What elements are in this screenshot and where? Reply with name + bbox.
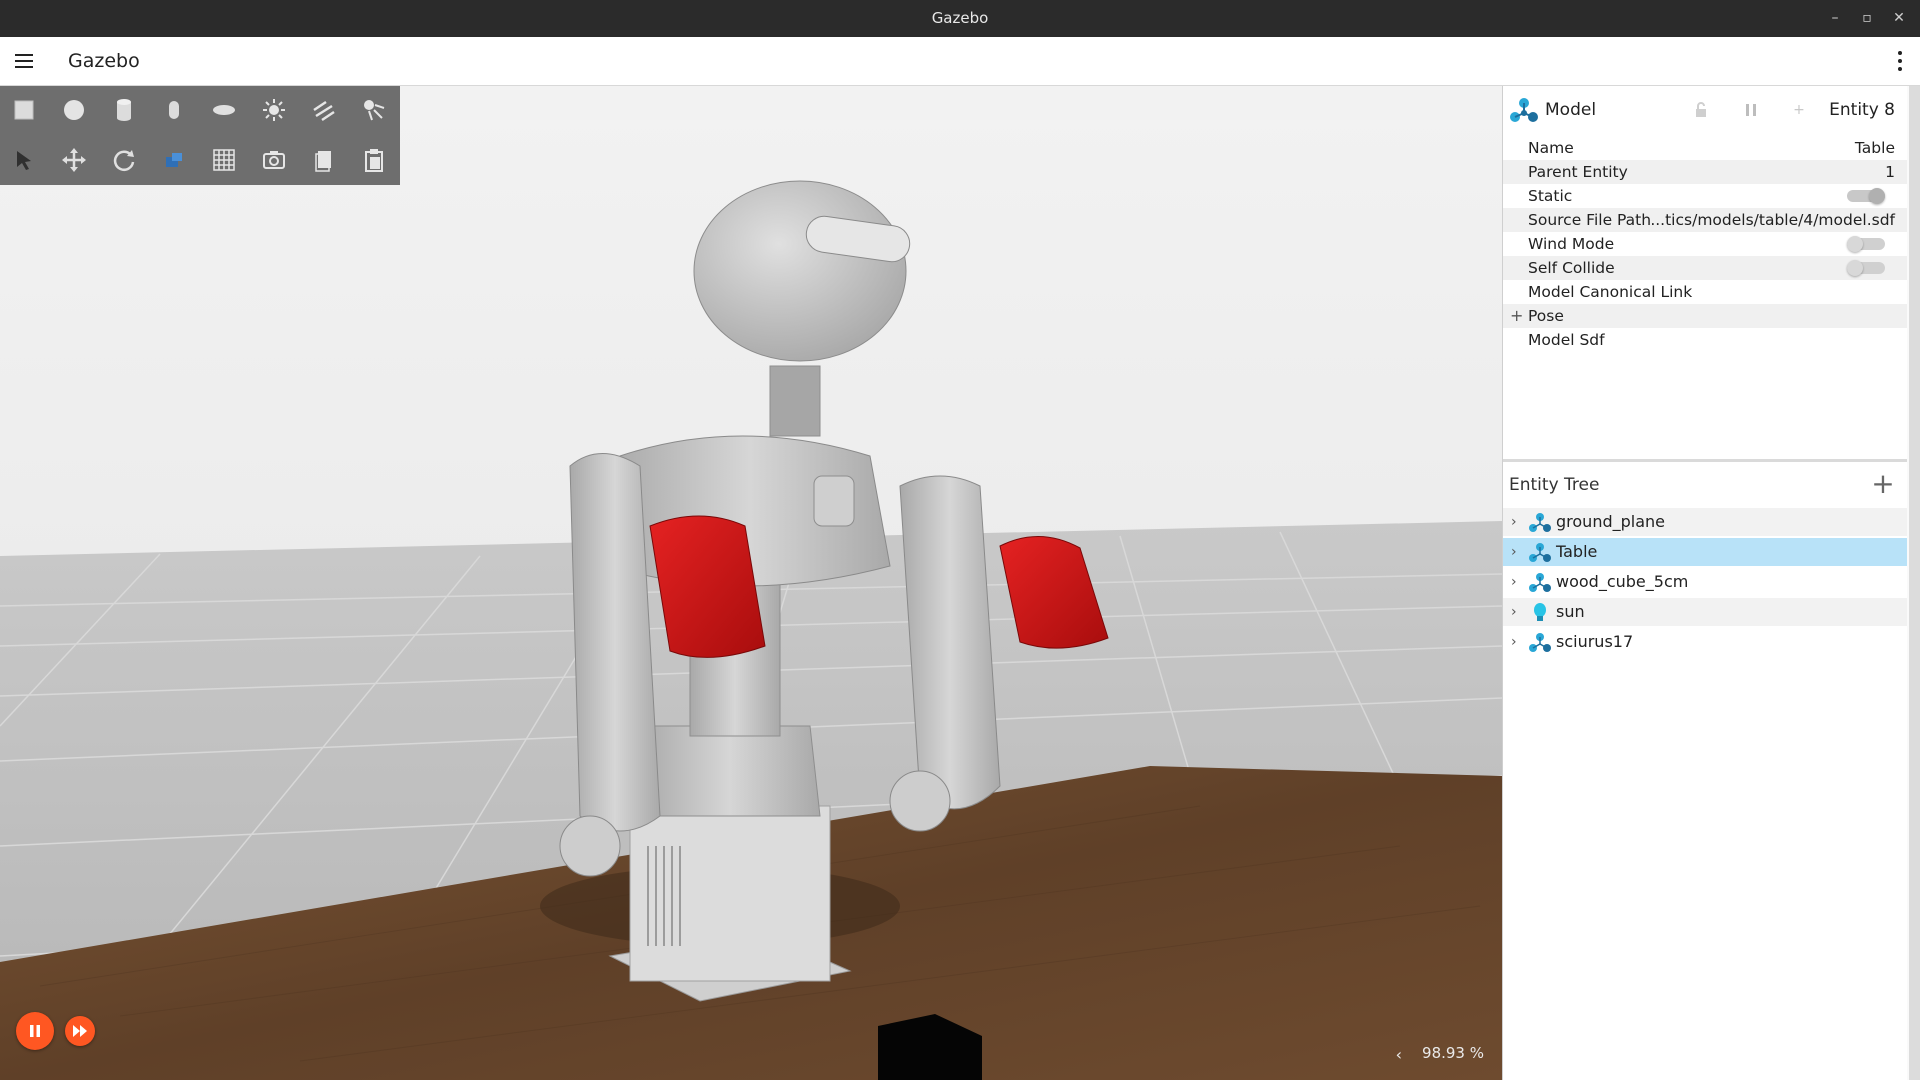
property-row-pose[interactable]: + Pose xyxy=(1503,304,1907,328)
entity-tree-header: Entity Tree + xyxy=(1503,462,1907,508)
window-title: Gazebo xyxy=(931,9,989,27)
property-row-static: Static xyxy=(1503,184,1907,208)
property-row-self-collide: Self Collide xyxy=(1503,256,1907,280)
select-icon[interactable] xyxy=(4,140,44,180)
inspector-header: Model + Entity 8 xyxy=(1503,86,1907,134)
add-entity-button[interactable]: + xyxy=(1871,470,1895,498)
spot-light-icon[interactable] xyxy=(354,90,394,130)
model-icon xyxy=(1529,633,1551,652)
name-value[interactable]: Table xyxy=(1855,136,1895,160)
minimize-button[interactable]: – xyxy=(1820,0,1850,37)
scene-viewport[interactable]: ‹ 98.93 % xyxy=(0,86,1502,1080)
tree-item-sun[interactable]: › sun xyxy=(1503,598,1907,626)
real-time-factor: 98.93 % xyxy=(1422,1044,1484,1062)
maximize-button[interactable]: ▫ xyxy=(1852,0,1882,37)
transform-icon[interactable] xyxy=(154,140,194,180)
property-row-source-file-path: Source File Path ...tics/models/table/4/… xyxy=(1503,208,1907,232)
screenshot-icon[interactable] xyxy=(254,140,294,180)
property-row-model-sdf[interactable]: Model Sdf xyxy=(1503,328,1907,352)
hamburger-menu-icon[interactable] xyxy=(12,49,36,73)
light-icon xyxy=(1534,603,1546,621)
property-row-wind-mode: Wind Mode xyxy=(1503,232,1907,256)
expand-pose-icon[interactable]: + xyxy=(1510,304,1523,328)
paste-icon[interactable] xyxy=(354,140,394,180)
step-forward-button[interactable] xyxy=(65,1016,95,1046)
entity-tree-title: Entity Tree xyxy=(1509,475,1600,495)
inspector-entity-id: Entity 8 xyxy=(1829,100,1895,120)
self-collide-toggle[interactable] xyxy=(1847,260,1885,276)
expand-chevron-icon[interactable]: › xyxy=(1511,508,1517,536)
more-options-icon[interactable] xyxy=(1892,49,1908,73)
grid-icon[interactable] xyxy=(204,140,244,180)
close-button[interactable]: ✕ xyxy=(1884,0,1914,37)
model-icon xyxy=(1529,543,1551,562)
model-icon xyxy=(1510,98,1538,122)
right-side-panel: Model + Entity 8 Name Table Parent Entit… xyxy=(1502,86,1920,1080)
pause-icon xyxy=(30,1025,40,1037)
tree-item-ground-plane[interactable]: › ground_plane xyxy=(1503,508,1907,536)
lock-icon[interactable] xyxy=(1691,100,1711,120)
model-icon xyxy=(1529,513,1551,532)
tree-item-table[interactable]: › Table xyxy=(1503,538,1907,566)
property-row-parent-entity: Parent Entity 1 xyxy=(1503,160,1907,184)
static-toggle[interactable] xyxy=(1847,188,1885,204)
app-bar: Gazebo xyxy=(0,37,1920,86)
copy-icon[interactable] xyxy=(304,140,344,180)
parent-entity-value: 1 xyxy=(1885,163,1895,181)
pause-button[interactable] xyxy=(16,1012,54,1050)
rtf-collapse-toggle[interactable]: ‹ xyxy=(1396,1045,1402,1064)
inspector-type-label: Model xyxy=(1545,100,1597,120)
add-component-icon[interactable]: + xyxy=(1789,100,1809,120)
property-row-name: Name Table xyxy=(1503,136,1907,160)
source-file-path-value: ...tics/models/table/4/model.sdf xyxy=(1650,211,1895,229)
ellipsoid-icon[interactable] xyxy=(204,90,244,130)
directional-light-icon[interactable] xyxy=(304,90,344,130)
app-title: Gazebo xyxy=(68,50,140,72)
component-inspector: Model + Entity 8 Name Table Parent Entit… xyxy=(1503,86,1907,459)
shapes-toolbar xyxy=(0,86,400,185)
pause-updates-icon[interactable] xyxy=(1741,100,1761,120)
box-icon[interactable] xyxy=(4,90,44,130)
panel-scrollbar[interactable] xyxy=(1909,86,1920,1080)
expand-chevron-icon[interactable]: › xyxy=(1511,568,1517,596)
fast-forward-icon xyxy=(73,1025,87,1037)
window-titlebar: Gazebo – ▫ ✕ xyxy=(0,0,1920,37)
entity-tree: Entity Tree + › ground_plane › Table › w… xyxy=(1503,462,1907,1080)
expand-chevron-icon[interactable]: › xyxy=(1511,628,1517,656)
translate-icon[interactable] xyxy=(54,140,94,180)
scene-3d-render[interactable] xyxy=(0,86,1502,1080)
property-row-model-canonical-link: Model Canonical Link xyxy=(1528,283,1693,301)
sphere-icon[interactable] xyxy=(54,90,94,130)
capsule-icon[interactable] xyxy=(154,90,194,130)
rotate-icon[interactable] xyxy=(104,140,144,180)
expand-chevron-icon[interactable]: › xyxy=(1511,538,1517,566)
tree-item-wood-cube-5cm[interactable]: › wood_cube_5cm xyxy=(1503,568,1907,596)
tree-item-sciurus17[interactable]: › sciurus17 xyxy=(1503,628,1907,656)
model-icon xyxy=(1529,573,1551,592)
cylinder-icon[interactable] xyxy=(104,90,144,130)
expand-chevron-icon[interactable]: › xyxy=(1511,598,1517,626)
wind-mode-toggle[interactable] xyxy=(1847,236,1885,252)
sun-light-icon[interactable] xyxy=(254,90,294,130)
